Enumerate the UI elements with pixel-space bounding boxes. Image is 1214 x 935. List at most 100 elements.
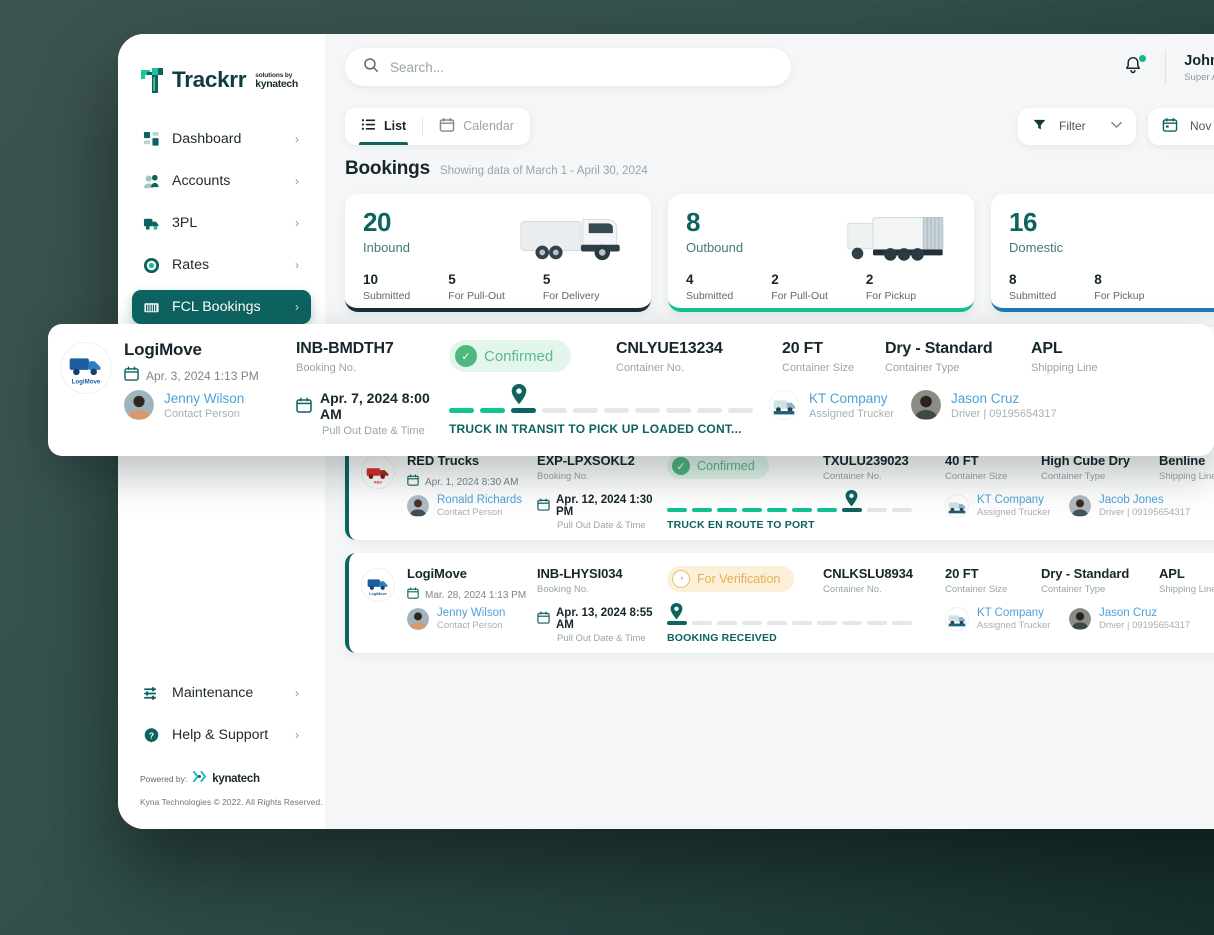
driver[interactable]: Jason Cruz Driver | 09195654317 xyxy=(1069,607,1214,631)
sidebar-item-dashboard[interactable]: Dashboard › xyxy=(132,122,311,156)
search-box[interactable] xyxy=(345,48,791,86)
table-row[interactable]: LogiMove LogiMove Mar. 28, 2024 1:13 PM … xyxy=(345,553,1214,653)
booking-no-label: Booking No. xyxy=(537,471,589,482)
sidebar-item-label: 3PL xyxy=(172,215,198,231)
progress-segment xyxy=(842,621,862,625)
hover-card-contact-cell: Jenny Wilson Contact Person xyxy=(124,390,296,437)
driver-name: Jacob Jones xyxy=(1099,494,1164,506)
target-icon xyxy=(142,256,160,274)
avatar xyxy=(124,390,154,420)
brand-sub-line2: kynatech xyxy=(255,78,298,91)
stat-card-outbound[interactable]: 8 Outbound 4 Submitted 2 For Pull-Out 2 … xyxy=(668,194,974,312)
driver-name: Jason Cruz xyxy=(951,390,1020,406)
pullout-date: Apr. 7, 2024 8:00 AM xyxy=(296,390,449,422)
powered-by: Powered by: kynatech xyxy=(140,770,325,788)
stat-item-label: For Delivery xyxy=(542,290,600,302)
contact-cell: Ronald Richards Contact Person xyxy=(407,494,537,518)
driver-cell: Jacob Jones Driver | 09195654317 xyxy=(1069,494,1214,518)
stat-item: 2 For Pickup xyxy=(866,272,916,302)
sidebar-item-accounts[interactable]: Accounts › xyxy=(132,164,311,198)
search-input[interactable] xyxy=(390,59,773,75)
progress-segment xyxy=(817,621,837,625)
assigned-trucker[interactable]: KT Company Assigned Trucker xyxy=(945,494,1069,518)
page-title: Bookings xyxy=(345,158,430,179)
chevron-right-icon: › xyxy=(295,132,299,146)
created-date-text: Apr. 1, 2024 8:30 AM xyxy=(425,476,519,488)
hover-card-booking-cell: INB-BMDTH7 Booking No. xyxy=(296,340,449,374)
sidebar-item-maintenance[interactable]: Maintenance › xyxy=(132,676,311,710)
hover-card-trucker-cell: KT Company Assigned Trucker xyxy=(769,390,911,437)
assigned-trucker[interactable]: KT Company Assigned Trucker xyxy=(769,390,911,420)
stat-card-domestic[interactable]: 16 Domestic 8 Submitted 8 For Pickup xyxy=(991,194,1214,312)
people-icon xyxy=(142,172,160,190)
check-circle-icon: ✓ xyxy=(455,345,477,367)
bell-icon[interactable] xyxy=(1121,54,1147,80)
tab-list[interactable]: List xyxy=(345,108,422,145)
chevron-right-icon: › xyxy=(295,728,299,742)
hover-card-container-no-cell: CNLYUE13234 Container No. xyxy=(616,340,782,374)
contact-role: Contact Person xyxy=(437,507,503,518)
driver[interactable]: Jacob Jones Driver | 09195654317 xyxy=(1069,494,1214,518)
progress-segment xyxy=(792,508,812,512)
driver-role: Driver | 09195654317 xyxy=(951,407,1057,420)
status-text: Confirmed xyxy=(484,347,554,365)
sidebar-item-3pl[interactable]: 3PL › xyxy=(132,206,311,240)
driver[interactable]: Jason Cruz Driver | 09195654317 xyxy=(911,390,1111,420)
trucker-role: Assigned Trucker xyxy=(977,620,1051,631)
contact-person[interactable]: Jenny Wilson Contact Person xyxy=(124,390,296,420)
container-type-label: Container Type xyxy=(885,362,960,374)
stat-item: 2 For Pull-Out xyxy=(771,272,828,302)
hover-card-pullout-cell: Apr. 7, 2024 8:00 AM Pull Out Date & Tim… xyxy=(296,390,449,437)
sidebar-bottom-nav: Maintenance › ? Help & Support › xyxy=(118,676,325,760)
trucker-name: KT Company xyxy=(977,494,1044,506)
pullout-cell: Apr. 12, 2024 1:30 PM Pull Out Date & Ti… xyxy=(537,494,667,531)
avatar xyxy=(1069,495,1091,517)
sidebar-item-label: Accounts xyxy=(172,173,231,189)
sidebar-item-fcl-bookings[interactable]: FCL Bookings › xyxy=(132,290,311,324)
stat-item-label: Submitted xyxy=(363,290,411,302)
hover-card-line-cell: APL Shipping Line xyxy=(1031,340,1151,374)
stat-cards: 20 Inbound 10 Submitted 5 For Pull-Out 5… xyxy=(325,180,1214,312)
sidebar-item-rates[interactable]: Rates › xyxy=(132,248,311,282)
svg-text:LogiMove: LogiMove xyxy=(72,378,101,385)
sidebar-item-help-support[interactable]: ? Help & Support › xyxy=(132,718,311,752)
stat-item-value: 4 xyxy=(686,272,694,287)
calendar-icon xyxy=(1162,117,1178,136)
kt-company-logo-icon xyxy=(769,390,799,420)
stat-item-label: For Pull-Out xyxy=(448,290,505,302)
tab-calendar[interactable]: Calendar xyxy=(423,108,530,145)
booking-no-label: Booking No. xyxy=(537,584,589,595)
progress-segments xyxy=(667,621,945,625)
filter-button[interactable]: Filter xyxy=(1018,107,1136,145)
row-secondary-line: Jenny Wilson Contact Person Apr. 13, 202… xyxy=(349,603,1214,644)
assigned-trucker[interactable]: KT Company Assigned Trucker xyxy=(945,607,1069,631)
avatar xyxy=(1069,608,1091,630)
calendar-icon xyxy=(407,586,419,604)
booking-hover-card[interactable]: LogiMove LogiMove Apr. 3, 2024 1:13 PM I… xyxy=(48,324,1214,456)
contact-person[interactable]: Ronald Richards Contact Person xyxy=(407,494,537,518)
shipping-line-label: Shipping Line xyxy=(1031,362,1098,374)
stat-card-inbound[interactable]: 20 Inbound 10 Submitted 5 For Pull-Out 5… xyxy=(345,194,651,312)
user-profile[interactable]: John Dela C Super A xyxy=(1184,52,1214,83)
progress-segment xyxy=(742,508,762,512)
progress-segment xyxy=(742,621,762,625)
stat-label: Domestic xyxy=(1009,240,1064,255)
stat-item: 5 For Pull-Out xyxy=(448,272,505,302)
date-range-button[interactable]: Nov 1 - 30 xyxy=(1148,107,1214,145)
created-date-text: Apr. 3, 2024 1:13 PM xyxy=(146,369,259,383)
container-icon xyxy=(142,298,160,316)
status-badge: ✓ Confirmed xyxy=(449,340,572,372)
contact-name: Jenny Wilson xyxy=(164,390,245,406)
stat-item-label: Submitted xyxy=(1009,290,1057,302)
container-size: 20 FT xyxy=(945,566,979,581)
stat-item-value: 10 xyxy=(363,272,379,287)
progress-segment xyxy=(635,408,660,413)
sidebar-item-label: FCL Bookings xyxy=(172,299,261,315)
stat-item: 8 Submitted xyxy=(1009,272,1056,302)
container-type-label: Container Type xyxy=(1041,584,1106,595)
progress-segment xyxy=(842,508,862,512)
brand-subtitle: solutions by kynatech xyxy=(255,72,298,91)
contact-role: Contact Person xyxy=(164,407,240,420)
progress-segment xyxy=(867,508,887,512)
contact-person[interactable]: Jenny Wilson Contact Person xyxy=(407,607,537,631)
